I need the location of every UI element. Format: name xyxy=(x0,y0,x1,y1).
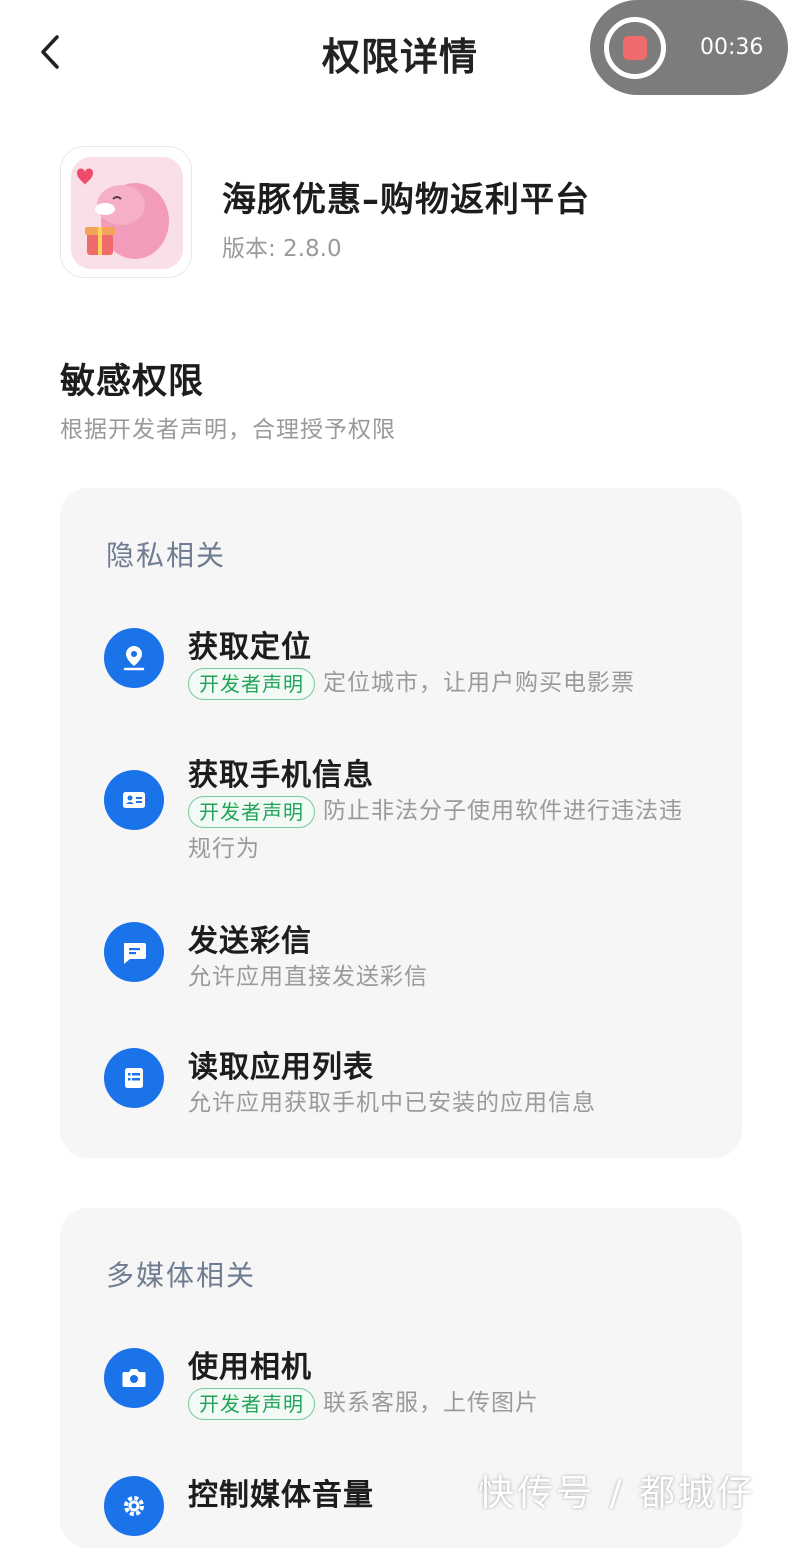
card-title: 多媒体相关 xyxy=(106,1259,257,1292)
permission-desc-text: 联系客服，上传图片 xyxy=(323,1390,539,1416)
permission-title: 使用相机 xyxy=(188,1350,312,1385)
stop-recording-button[interactable] xyxy=(604,16,666,79)
permission-title: 获取定位 xyxy=(188,630,312,665)
permission-description: 开发者声明 定位城市，让用户购买电影票 xyxy=(188,664,698,702)
permission-description: 开发者声明 防止非法分子使用软件进行违法违规行为 xyxy=(188,792,698,868)
developer-declaration-badge: 开发者声明 xyxy=(188,1387,315,1420)
privacy-permissions-card: 隐私相关 获取定位 开发者声明 定位城市，让用户购买电影票 获取手机信息 开发者声… xyxy=(60,488,742,1158)
app-list-icon xyxy=(104,1048,164,1108)
app-version: 版本: 2.8.0 xyxy=(222,236,342,262)
camera-icon xyxy=(104,1348,164,1408)
watermark: 快传号 / 都城仔 xyxy=(478,1473,757,1514)
permission-title: 读取应用列表 xyxy=(188,1050,374,1085)
app-logo xyxy=(60,146,192,278)
developer-declaration-badge: 开发者声明 xyxy=(188,667,315,700)
permission-item-app-list[interactable]: 读取应用列表 允许应用获取手机中已安装的应用信息 xyxy=(104,1042,724,1122)
permission-description: 允许应用获取手机中已安装的应用信息 xyxy=(188,1090,596,1116)
permission-description: 允许应用直接发送彩信 xyxy=(188,964,428,990)
card-title: 隐私相关 xyxy=(106,539,227,572)
permission-item-mms[interactable]: 发送彩信 允许应用直接发送彩信 xyxy=(104,916,724,996)
permission-title: 发送彩信 xyxy=(188,924,312,959)
permission-item-camera[interactable]: 使用相机 开发者声明 联系客服，上传图片 xyxy=(104,1342,724,1422)
developer-declaration-badge: 开发者声明 xyxy=(188,795,315,828)
stop-icon xyxy=(623,35,647,60)
permission-title: 控制媒体音量 xyxy=(188,1478,374,1513)
location-icon xyxy=(104,628,164,688)
gear-icon xyxy=(104,1476,164,1536)
message-icon xyxy=(104,922,164,982)
permission-item-location[interactable]: 获取定位 开发者声明 定位城市，让用户购买电影票 xyxy=(104,622,724,702)
screen-recorder-pill: 00:36 xyxy=(590,0,788,95)
id-card-icon xyxy=(104,770,164,830)
permission-title: 获取手机信息 xyxy=(188,758,374,793)
dolphin-logo-icon xyxy=(71,157,183,269)
permission-description: 开发者声明 联系客服，上传图片 xyxy=(188,1384,698,1422)
recording-timer: 00:36 xyxy=(700,35,764,60)
section-title: 敏感权限 xyxy=(60,362,205,402)
section-subtitle: 根据开发者声明，合理授予权限 xyxy=(60,417,396,443)
permission-desc-text: 定位城市，让用户购买电影票 xyxy=(323,670,635,696)
permission-item-phone-info[interactable]: 获取手机信息 开发者声明 防止非法分子使用软件进行违法违规行为 xyxy=(104,750,724,870)
app-name: 海豚优惠–购物返利平台 xyxy=(222,180,590,220)
